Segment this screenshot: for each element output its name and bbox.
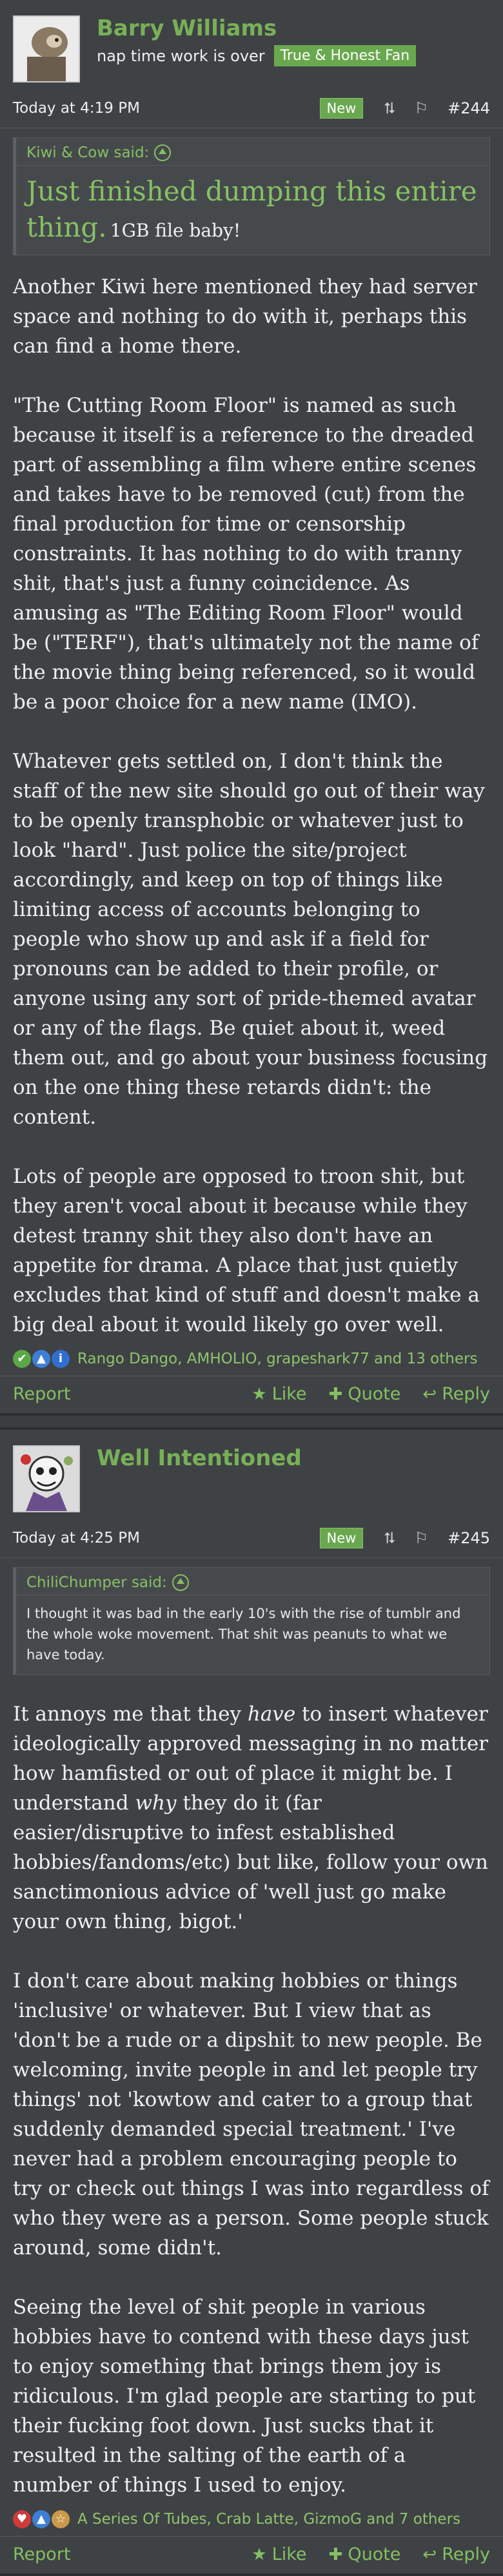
reply-label: Reply (442, 2544, 490, 2564)
post-paragraph: Another Kiwi here mentioned they had ser… (13, 275, 477, 358)
user-badge: True & Honest Fan (273, 45, 417, 66)
report-button[interactable]: Report (13, 2544, 71, 2564)
post-paragraph: It annoys me that they have to insert wh… (13, 1699, 490, 1937)
post-paragraph: Seeing the level of shit people in vario… (13, 2296, 476, 2497)
bookmark-icon[interactable]: ⚐ (415, 1529, 429, 1547)
like-icon: ★ (252, 1384, 267, 1404)
quote-button[interactable]: ✚ Quote (329, 1384, 401, 1404)
informative-reaction-icon: i (52, 1350, 70, 1368)
post-footer: Report ★ Like ✚ Quote ↩ Reply (0, 2536, 503, 2573)
agree-reaction-icon: ✔ (13, 1350, 31, 1368)
quote-large-text: Just finished dumping this entire thing. (26, 175, 477, 243)
quote-button[interactable]: ✚ Quote (329, 2544, 401, 2564)
quote-label: Quote (348, 1384, 401, 1404)
post-paragraph: I don't care about making hobbies or thi… (13, 1969, 489, 2259)
username[interactable]: Barry Williams (97, 15, 416, 41)
quote-text: I thought it was bad in the early 10's w… (26, 1606, 461, 1663)
post-timestamp[interactable]: Today at 4:25 PM (13, 1530, 140, 1547)
like-icon: ★ (252, 2544, 267, 2564)
quote-author[interactable]: Kiwi & Cow said: (26, 144, 149, 161)
text-run: It annoys me that they (13, 1703, 248, 1726)
reply-icon: ↩ (422, 1384, 437, 1404)
post-paragraph: "The Cutting Room Floor" is named as suc… (13, 394, 479, 714)
post-number[interactable]: #244 (448, 99, 490, 117)
new-badge: New (319, 98, 364, 119)
jump-to-quote-icon[interactable] (172, 1574, 189, 1591)
quote-author[interactable]: ChiliChumper said: (26, 1574, 167, 1591)
reactions-bar[interactable]: ✔ ▲ i Rango Dango, AMHOLIO, grapeshark77… (0, 1340, 503, 1376)
like-reaction-icon: ▲ (32, 1350, 50, 1368)
quote-body: I thought it was bad in the early 10's w… (16, 1595, 489, 1674)
like-button[interactable]: ★ Like (252, 1384, 306, 1404)
heart-reaction-icon: ♥ (13, 2510, 31, 2528)
reactions-bar[interactable]: ♥ ▲ ☆ A Series Of Tubes, Crab Latte, Giz… (0, 2500, 503, 2536)
post-user-header: Barry Williams nap time work is over Tru… (0, 0, 503, 89)
like-reaction-icon: ▲ (32, 2510, 50, 2528)
reply-button[interactable]: ↩ Reply (422, 2544, 490, 2564)
share-icon[interactable]: ⮁ (382, 1529, 395, 1547)
post-user-header: Well Intentioned (0, 1430, 503, 1519)
reply-label: Reply (442, 1384, 490, 1404)
like-label: Like (271, 2544, 307, 2564)
post-timestamp[interactable]: Today at 4:19 PM (13, 100, 140, 117)
share-icon[interactable]: ⮁ (382, 99, 395, 117)
post-paragraph: Lots of people are opposed to troon shit… (13, 1165, 480, 1336)
plus-icon: ✚ (328, 2544, 343, 2564)
reply-button[interactable]: ↩ Reply (422, 1384, 490, 1404)
avatar[interactable] (13, 15, 80, 83)
quote-body: Just finished dumping this entire thing.… (16, 166, 489, 255)
bookmark-icon[interactable]: ⚐ (415, 99, 429, 117)
quote-header[interactable]: ChiliChumper said: (16, 1568, 489, 1595)
quote-block: Kiwi & Cow said: Just finished dumping t… (13, 137, 490, 255)
post-body: Another Kiwi here mentioned they had ser… (0, 272, 503, 1340)
new-badge: New (319, 1528, 364, 1548)
quote-header[interactable]: Kiwi & Cow said: (16, 138, 489, 166)
post-body: It annoys me that they have to insert wh… (0, 1692, 503, 2500)
post-245: Well Intentioned Today at 4:25 PM New ⮁ … (0, 1427, 503, 2576)
emphasis: why (135, 1791, 177, 1815)
avatar[interactable] (13, 1445, 80, 1512)
post-footer: Report ★ Like ✚ Quote ↩ Reply (0, 1376, 503, 1413)
quote-block: ChiliChumper said: I thought it was bad … (13, 1567, 490, 1675)
reactions-list[interactable]: A Series Of Tubes, Crab Latte, GizmoG an… (77, 2511, 460, 2528)
trophy-reaction-icon: ☆ (52, 2510, 70, 2528)
jump-to-quote-icon[interactable] (154, 144, 172, 161)
user-title: nap time work is over (97, 46, 265, 65)
username[interactable]: Well Intentioned (97, 1445, 302, 1471)
post-number[interactable]: #245 (448, 1529, 490, 1547)
quote-small-text: 1GB file baby! (110, 220, 241, 241)
reply-icon: ↩ (422, 2544, 437, 2564)
emphasis: have (247, 1703, 296, 1726)
plus-icon: ✚ (328, 1384, 343, 1404)
post-meta-bar: Today at 4:25 PM New ⮁ ⚐ #245 (0, 1519, 503, 1558)
report-button[interactable]: Report (13, 1384, 71, 1404)
like-button[interactable]: ★ Like (252, 2544, 306, 2564)
post-meta-bar: Today at 4:19 PM New ⮁ ⚐ #244 (0, 89, 503, 128)
reactions-list[interactable]: Rango Dango, AMHOLIO, grapeshark77 and 1… (77, 1351, 477, 1367)
quote-label: Quote (348, 2544, 401, 2564)
post-paragraph: Whatever gets settled on, I don't think … (13, 750, 488, 1129)
post-244: Barry Williams nap time work is over Tru… (0, 0, 503, 1416)
user-tagline: nap time work is over True & Honest Fan (97, 45, 417, 66)
like-label: Like (271, 1384, 307, 1404)
